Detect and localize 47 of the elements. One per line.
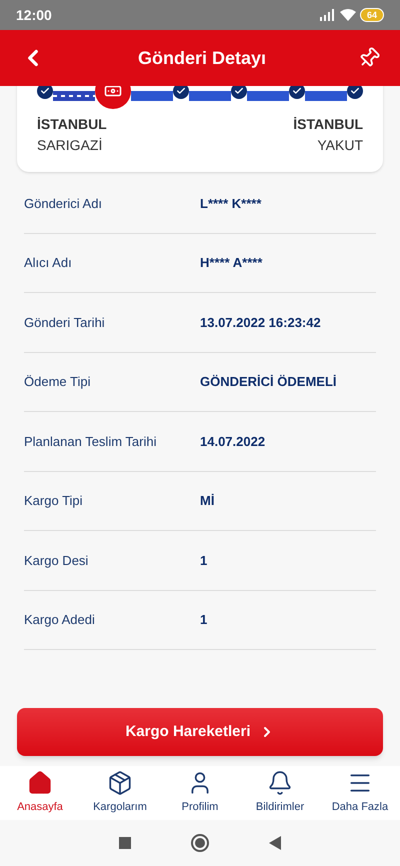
detail-label: Gönderi Tarihi: [24, 314, 106, 332]
progress-segment: [305, 91, 347, 101]
signal-icon: [320, 9, 336, 21]
nav-tab[interactable]: Bildirimler: [240, 766, 320, 820]
detail-label: Kargo Tipi: [24, 492, 84, 510]
detail-value: 14.07.2022: [200, 432, 266, 450]
check-icon: [40, 86, 50, 96]
pin-button[interactable]: [358, 47, 380, 69]
check-icon: [176, 86, 186, 96]
nav-tab[interactable]: Daha Fazla: [320, 766, 400, 820]
detail-value: 1: [200, 611, 208, 629]
detail-label: Planlanan Teslim Tarihi: [24, 432, 158, 450]
header-title: Gönderi Detayı: [138, 46, 266, 70]
package-icon: [107, 770, 133, 796]
check-icon: [350, 86, 360, 96]
destination-district: YAKUT: [317, 136, 363, 155]
origin-city: İSTANBUL: [37, 115, 107, 134]
detail-value: L**** K****: [200, 194, 262, 212]
origin-district: SARIGAZİ: [37, 136, 104, 155]
detail-value: 13.07.2022 16:23:42: [200, 314, 321, 332]
cargo-movements-button[interactable]: Kargo Hareketleri: [17, 708, 383, 756]
nav-tab[interactable]: Profilim: [160, 766, 240, 820]
status-time: 12:00: [16, 6, 52, 24]
progress-segment: [247, 91, 289, 101]
detail-label: Kargo Adedi: [24, 611, 96, 629]
bell-icon: [267, 770, 293, 796]
detail-label: Alıcı Adı: [24, 254, 73, 272]
nav-tab[interactable]: Kargolarım: [80, 766, 160, 820]
progress-segment: [53, 91, 95, 101]
check-icon: [292, 86, 302, 96]
detail-value: Mİ: [200, 492, 214, 510]
wifi-icon: [340, 9, 356, 21]
detail-label: Ödeme Tipi: [24, 373, 92, 391]
home-button-icon[interactable]: [191, 834, 209, 852]
battery-indicator: 64: [360, 8, 384, 22]
progress-segment: [131, 91, 173, 101]
detail-label: Kargo Desi: [24, 552, 90, 570]
detail-value: H**** A****: [200, 254, 262, 272]
detail-label: Gönderici Adı: [24, 194, 104, 212]
detail-value: GÖNDERİCİ ÖDEMELİ: [200, 373, 337, 391]
destination-city: İSTANBUL: [293, 115, 363, 134]
progress-segment: [189, 91, 231, 101]
check-icon: [234, 86, 244, 96]
detail-value: 1: [200, 552, 208, 570]
back-triangle-icon[interactable]: [269, 836, 281, 850]
home-icon: [27, 770, 53, 796]
nav-tab[interactable]: Anasayfa: [0, 766, 80, 820]
